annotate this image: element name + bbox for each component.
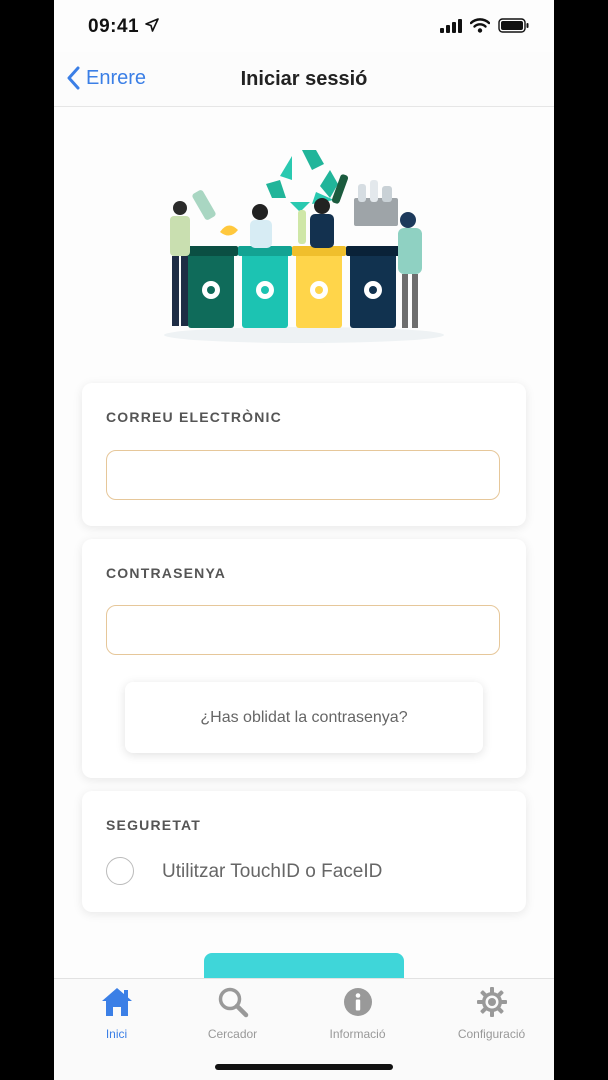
- tab-cercador[interactable]: Cercador: [170, 985, 295, 1041]
- touchid-option-label[interactable]: Utilitzar TouchID o FaceID: [162, 861, 382, 883]
- password-field[interactable]: [106, 605, 500, 655]
- tab-informacio[interactable]: Informació: [295, 985, 420, 1041]
- home-icon: [101, 988, 132, 1016]
- tab-label: Cercador: [207, 1027, 258, 1041]
- recycling-illustration: [164, 150, 444, 343]
- search-icon: [218, 987, 248, 1018]
- forgot-password-button[interactable]: ¿Has oblidat la contrasenya?: [125, 682, 483, 753]
- security-card: SEGURETAT Utilitzar TouchID o FaceID: [82, 791, 526, 912]
- status-bar: 09:41: [54, 0, 554, 52]
- wifi-icon: [470, 18, 490, 33]
- status-time: 09:41: [88, 16, 140, 37]
- home-indicator: [215, 1064, 393, 1070]
- battery-icon: [498, 18, 529, 33]
- tab-label: Informació: [329, 1027, 386, 1041]
- email-field[interactable]: [106, 450, 500, 500]
- email-label: CORREU ELECTRÒNIC: [106, 409, 282, 425]
- page-title: Iniciar sessió: [240, 68, 368, 90]
- email-card: CORREU ELECTRÒNIC: [82, 383, 526, 526]
- tab-label: Configuració: [457, 1027, 526, 1041]
- info-icon: [343, 988, 372, 1016]
- password-label: CONTRASENYA: [106, 565, 227, 581]
- tab-label: Inici: [105, 1027, 128, 1041]
- phone-screen: 09:41 Enrere Iniciar sessió CORREU ELECT…: [54, 0, 554, 1080]
- tab-inici[interactable]: Inici: [54, 985, 179, 1041]
- touchid-radio[interactable]: [106, 857, 134, 885]
- security-label: SEGURETAT: [106, 817, 202, 833]
- tab-configuracio[interactable]: Configuració: [429, 985, 554, 1041]
- navigation-bar: Enrere Iniciar sessió: [54, 52, 554, 107]
- location-arrow-icon: [145, 18, 159, 32]
- cellular-signal-icon: [440, 18, 462, 33]
- gear-icon: [476, 987, 507, 1017]
- password-card: CONTRASENYA ¿Has oblidat la contrasenya?: [82, 539, 526, 778]
